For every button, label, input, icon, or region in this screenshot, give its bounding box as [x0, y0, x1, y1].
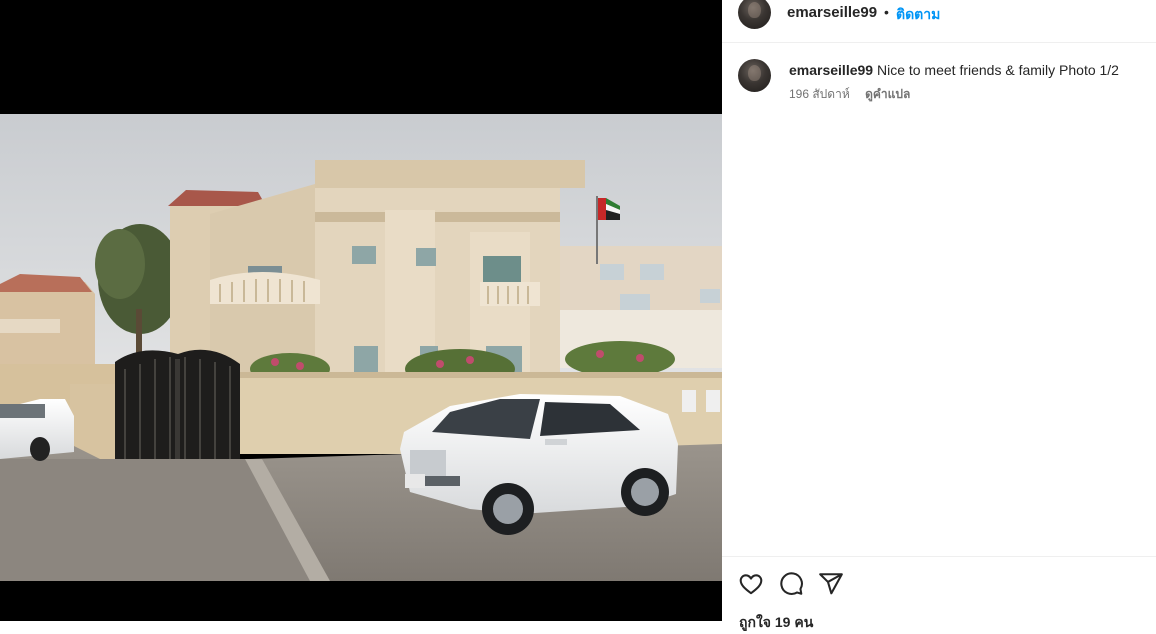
post-age[interactable]: 196 สัปดาห์: [789, 87, 850, 101]
paper-plane-icon[interactable]: [818, 571, 844, 597]
post-header: emarseille99 • ติดตาม: [722, 0, 1156, 43]
comment-icon[interactable]: [778, 571, 804, 597]
author-avatar[interactable]: [738, 0, 771, 29]
heart-icon[interactable]: [738, 571, 764, 597]
caption-text: emarseille99 Nice to meet friends & fami…: [789, 62, 1119, 78]
likes-count[interactable]: ถูกใจ 19 คน: [739, 612, 813, 634]
caption-avatar[interactable]: [738, 59, 771, 92]
post-photo[interactable]: [0, 114, 722, 581]
caption-meta: 196 สัปดาห์ ดูคำแปล: [789, 85, 910, 104]
see-translation-link[interactable]: ดูคำแปล: [865, 87, 910, 101]
caption-body: Nice to meet friends & family Photo 1/2: [876, 62, 1119, 78]
separator-dot: •: [884, 4, 889, 20]
author-username[interactable]: emarseille99: [787, 4, 877, 21]
action-bar: ถูกใจ 19 คน: [722, 556, 1156, 630]
caption-username[interactable]: emarseille99: [789, 62, 873, 78]
post-sidebar: emarseille99 • ติดตาม emarseille99 Nice …: [722, 0, 1156, 630]
house-street-photo: [0, 114, 722, 581]
media-viewer: [0, 0, 722, 621]
follow-button[interactable]: ติดตาม: [896, 4, 940, 26]
